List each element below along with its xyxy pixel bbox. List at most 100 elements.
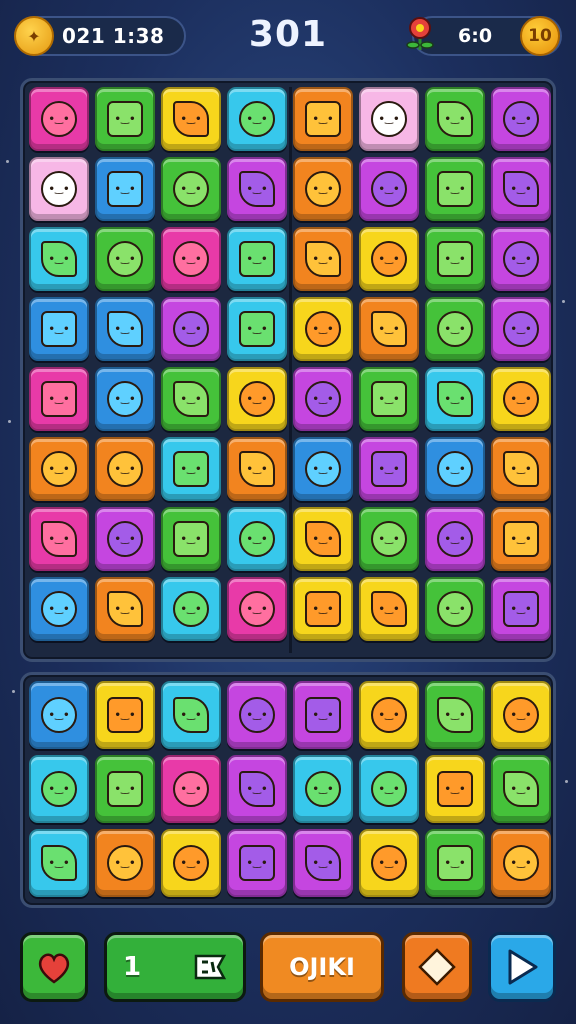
tile[interactable]: •‿• (161, 297, 221, 361)
tile[interactable]: •‿• (425, 227, 485, 291)
tile[interactable]: •‿• (425, 507, 485, 571)
tile[interactable]: •‿• (293, 297, 353, 361)
tile[interactable]: •‿• (491, 507, 551, 571)
tile[interactable]: •‿• (161, 437, 221, 501)
tile[interactable]: •‿• (293, 87, 353, 151)
tile[interactable]: •‿• (425, 755, 485, 823)
tile[interactable]: •‿• (29, 297, 89, 361)
tile[interactable]: •‿• (227, 829, 287, 897)
tile[interactable]: •‿• (29, 507, 89, 571)
tile[interactable]: •‿• (359, 507, 419, 571)
tile[interactable]: •‿• (293, 227, 353, 291)
tile[interactable]: •‿• (293, 577, 353, 641)
tile[interactable]: •‿• (293, 367, 353, 431)
tile[interactable]: •‿• (491, 681, 551, 749)
tile[interactable]: •‿• (227, 87, 287, 151)
tile[interactable]: •‿• (161, 87, 221, 151)
tile[interactable]: •‿• (359, 157, 419, 221)
tile[interactable]: •‿• (227, 227, 287, 291)
tile[interactable]: •‿• (29, 577, 89, 641)
tile[interactable]: •‿• (29, 87, 89, 151)
tile[interactable]: •‿• (95, 755, 155, 823)
tile[interactable]: •‿• (95, 577, 155, 641)
tile[interactable]: •‿• (161, 507, 221, 571)
tile[interactable]: •‿• (359, 577, 419, 641)
tile[interactable]: •‿• (95, 297, 155, 361)
tile[interactable]: •‿• (95, 437, 155, 501)
tile[interactable]: •‿• (491, 577, 551, 641)
diamond-button[interactable] (402, 932, 472, 1002)
tile[interactable]: •‿• (227, 297, 287, 361)
tile[interactable]: •‿• (227, 577, 287, 641)
tile[interactable]: •‿• (161, 829, 221, 897)
tile[interactable]: •‿• (227, 507, 287, 571)
tile[interactable]: •‿• (491, 157, 551, 221)
tile[interactable]: •‿• (359, 297, 419, 361)
tile[interactable]: •‿• (491, 87, 551, 151)
tile[interactable]: •‿• (359, 227, 419, 291)
tile[interactable]: •‿• (227, 681, 287, 749)
tile-creature-icon: •‿• (305, 845, 341, 881)
tile-creature-icon: •‿• (371, 771, 407, 807)
tile[interactable]: •‿• (491, 829, 551, 897)
tile[interactable]: •‿• (95, 227, 155, 291)
tile[interactable]: •‿• (359, 437, 419, 501)
tile[interactable]: •‿• (491, 297, 551, 361)
tile[interactable]: •‿• (293, 681, 353, 749)
tile[interactable]: •‿• (359, 87, 419, 151)
tile[interactable]: •‿• (491, 367, 551, 431)
tile[interactable]: •‿• (161, 577, 221, 641)
tile[interactable]: •‿• (161, 755, 221, 823)
tile[interactable]: •‿• (293, 157, 353, 221)
tile[interactable]: •‿• (425, 157, 485, 221)
star-dot (12, 690, 15, 693)
tile[interactable]: •‿• (293, 437, 353, 501)
tile[interactable]: •‿• (161, 227, 221, 291)
tile[interactable]: •‿• (95, 507, 155, 571)
tile[interactable]: •‿• (425, 297, 485, 361)
tile[interactable]: •‿• (491, 437, 551, 501)
tile[interactable]: •‿• (293, 755, 353, 823)
tile[interactable]: •‿• (161, 367, 221, 431)
tile[interactable]: •‿• (227, 755, 287, 823)
heart-button[interactable] (20, 932, 88, 1002)
tile[interactable]: •‿• (95, 157, 155, 221)
tile[interactable]: •‿• (29, 227, 89, 291)
tile-creature-icon: •‿• (305, 171, 341, 207)
tile[interactable]: •‿• (227, 367, 287, 431)
tile[interactable]: •‿• (95, 681, 155, 749)
play-button[interactable] (488, 932, 556, 1002)
level-button[interactable]: 1 (104, 932, 246, 1002)
tile[interactable]: •‿• (29, 755, 89, 823)
tile[interactable]: •‿• (161, 157, 221, 221)
tile[interactable]: •‿• (227, 437, 287, 501)
badge-coin[interactable]: 10 (520, 16, 560, 56)
tile[interactable]: •‿• (491, 227, 551, 291)
tile[interactable]: •‿• (425, 87, 485, 151)
tile[interactable]: •‿• (359, 681, 419, 749)
tile[interactable]: •‿• (95, 87, 155, 151)
tile[interactable]: •‿• (161, 681, 221, 749)
tile[interactable]: •‿• (293, 829, 353, 897)
tile[interactable]: •‿• (425, 681, 485, 749)
tile[interactable]: •‿• (359, 755, 419, 823)
tile[interactable]: •‿• (95, 829, 155, 897)
tile[interactable]: •‿• (29, 367, 89, 431)
tile-creature-icon: •‿• (437, 521, 473, 557)
tile[interactable]: •‿• (29, 157, 89, 221)
tile[interactable]: •‿• (491, 755, 551, 823)
tile[interactable]: •‿• (425, 829, 485, 897)
tile[interactable]: •‿• (29, 829, 89, 897)
tile[interactable]: •‿• (29, 681, 89, 749)
action-button[interactable]: OJIKI (260, 932, 384, 1002)
tile[interactable]: •‿• (425, 437, 485, 501)
tile[interactable]: •‿• (293, 507, 353, 571)
tile-creature-icon: •‿• (173, 521, 209, 557)
tile[interactable]: •‿• (359, 367, 419, 431)
tile[interactable]: •‿• (227, 157, 287, 221)
tile[interactable]: •‿• (95, 367, 155, 431)
tile[interactable]: •‿• (29, 437, 89, 501)
tile[interactable]: •‿• (425, 577, 485, 641)
tile[interactable]: •‿• (359, 829, 419, 897)
tile[interactable]: •‿• (425, 367, 485, 431)
